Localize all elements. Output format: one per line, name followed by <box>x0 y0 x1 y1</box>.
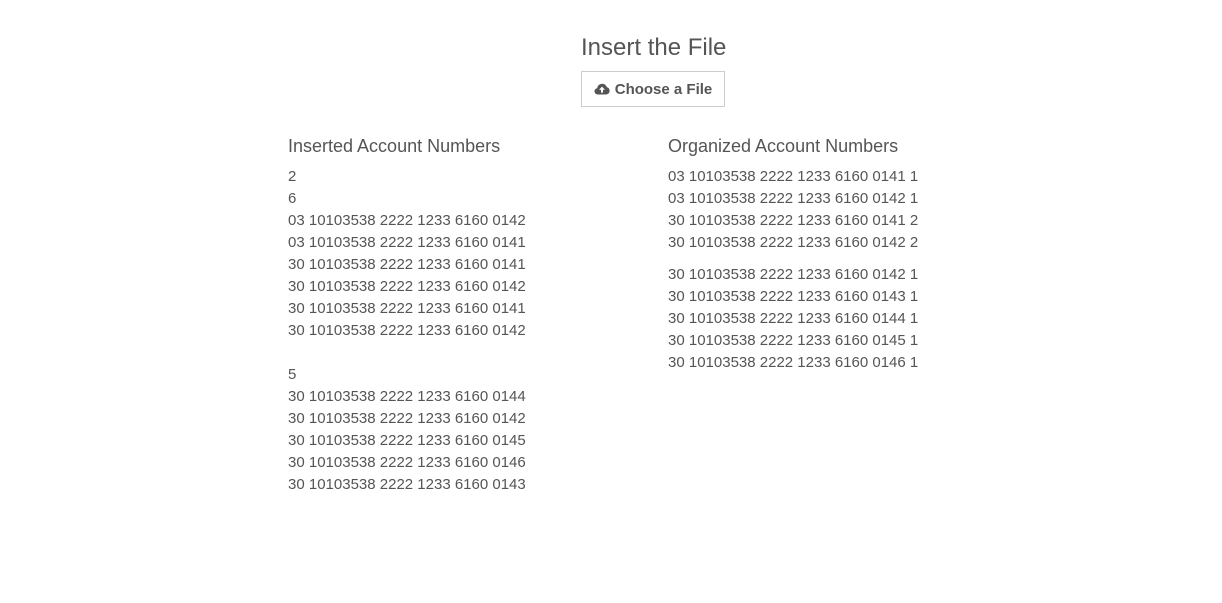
account-line: 03 10103538 2222 1233 6160 0141 <box>288 234 526 251</box>
account-line: 03 10103538 2222 1233 6160 0142 <box>288 212 526 229</box>
inserted-account-numbers-panel: Inserted Account Numbers 2 6 03 10103538 2… <box>288 133 526 496</box>
account-line: 30 10103538 2222 1233 6160 0142 <box>288 410 526 427</box>
account-line: 30 10103538 2222 1233 6160 0141 <box>288 256 526 273</box>
page: Insert the File Choose a File Inserted A… <box>0 0 1222 603</box>
account-line: 30 10103538 2222 1233 6160 0145 1 <box>668 332 919 349</box>
choose-file-button[interactable]: Choose a File <box>581 71 725 107</box>
account-line: 30 10103538 2222 1233 6160 0144 <box>288 388 526 405</box>
organized-title: Organized Account Numbers <box>668 136 899 156</box>
account-line: 30 10103538 2222 1233 6160 0145 <box>288 432 526 449</box>
account-line: 30 10103538 2222 1233 6160 0142 2 <box>668 234 919 251</box>
account-line: 30 10103538 2222 1233 6160 0141 <box>288 300 526 317</box>
choose-file-label: Choose a File <box>614 80 713 98</box>
account-line: 30 10103538 2222 1233 6160 0142 1 <box>668 266 919 283</box>
account-line: 30 10103538 2222 1233 6160 0146 1 <box>668 354 919 371</box>
inserted-list: 2 6 03 10103538 2222 1233 6160 0142 03 1010… <box>288 166 526 496</box>
account-line: 30 10103538 2222 1233 6160 0143 1 <box>668 288 919 305</box>
cloud-upload-icon <box>594 83 610 95</box>
organized-list: 03 10103538 2222 1233 6160 0141 1 03 1010… <box>668 166 918 374</box>
account-line: 6 <box>288 190 297 207</box>
account-line: 30 10103538 2222 1233 6160 0143 <box>288 476 526 493</box>
account-line: 03 10103538 2222 1233 6160 0141 1 <box>668 168 919 185</box>
inserted-title: Inserted Account Numbers <box>288 136 501 156</box>
account-line: 30 10103538 2222 1233 6160 0142 <box>288 322 526 339</box>
account-line: 30 10103538 2222 1233 6160 0144 1 <box>668 310 919 327</box>
organized-account-numbers-panel: Organized Account Numbers 03 10103538 22… <box>668 133 918 374</box>
account-line: 30 10103538 2222 1233 6160 0142 <box>288 278 526 295</box>
account-line: 2 <box>288 168 297 185</box>
account-line: 30 10103538 2222 1233 6160 0146 <box>288 454 526 471</box>
page-title: Insert the File <box>581 34 727 61</box>
account-line: 30 10103538 2222 1233 6160 0141 2 <box>668 212 919 229</box>
account-line: 5 <box>288 366 297 383</box>
account-line: 03 10103538 2222 1233 6160 0142 1 <box>668 190 919 207</box>
